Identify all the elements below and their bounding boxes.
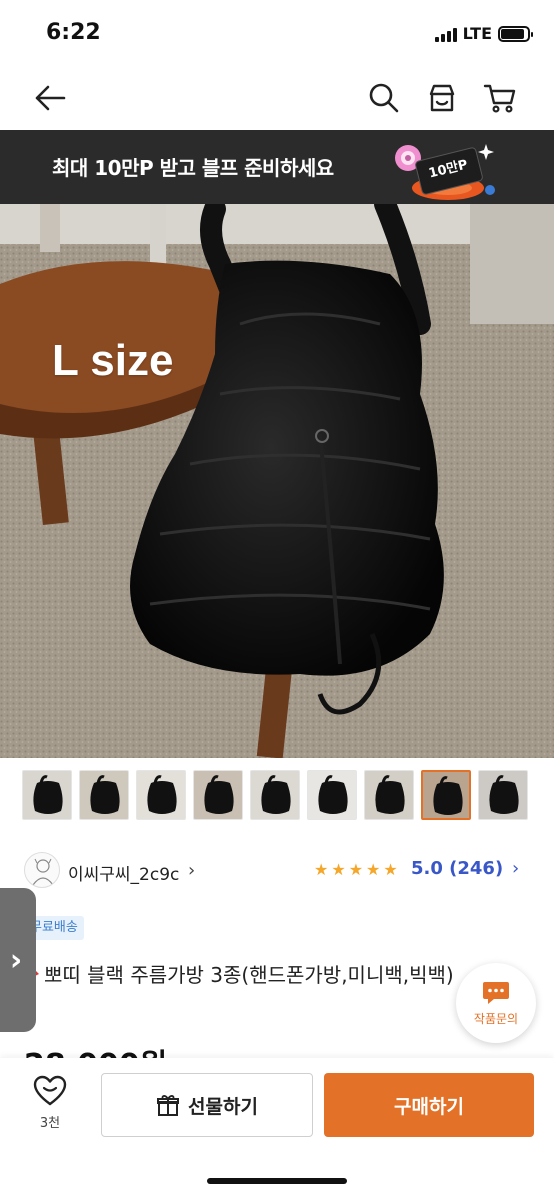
product-title: 뽀띠 블랙 주름가방 3종(핸드폰가방,미니백,빅백)	[24, 958, 494, 992]
thumbnail[interactable]	[136, 770, 186, 820]
star-icon: ★	[383, 860, 398, 879]
side-drawer-tab[interactable]: ›	[0, 888, 36, 1032]
rating-value[interactable]: 5.0 (246)	[411, 858, 503, 879]
thumbnail[interactable]	[250, 770, 300, 820]
seller-row[interactable]: 이씨구씨_2c9c › ★ ★ ★ ★ ★ 5.0 (246) ›	[0, 846, 554, 896]
seller-name[interactable]: 이씨구씨_2c9c	[68, 860, 179, 885]
signal-icon	[434, 26, 457, 42]
shop-icon[interactable]	[424, 80, 460, 116]
heart-icon	[33, 1075, 67, 1106]
star-icon: ★	[366, 860, 381, 879]
buy-button[interactable]: 구매하기	[324, 1073, 534, 1137]
thumbnail[interactable]	[364, 770, 414, 820]
product-title-text: 뽀띠 블랙 주름가방 3종(핸드폰가방,미니백,빅백)	[44, 963, 454, 987]
thumbnail[interactable]	[22, 770, 72, 820]
thumbnail[interactable]	[79, 770, 129, 820]
inquiry-label: 작품문의	[473, 1011, 519, 1026]
star-icon: ★	[314, 860, 329, 879]
buy-button-label: 구매하기	[394, 1095, 464, 1118]
size-label: L size	[52, 336, 174, 385]
battery-icon	[498, 25, 533, 42]
gift-button-label: 선물하기	[188, 1095, 258, 1118]
chevron-right-icon[interactable]: ›	[512, 858, 519, 879]
promo-text: 최대 10만P 받고 블프 준비하세요	[52, 156, 334, 180]
chevron-right-icon[interactable]: ›	[188, 860, 195, 881]
product-image[interactable]: L size	[0, 204, 554, 758]
avatar[interactable]	[24, 852, 60, 888]
rating-stars: ★ ★ ★ ★ ★	[314, 860, 398, 880]
bottom-action-bar: 3천 선물하기 구매하기	[0, 1058, 554, 1200]
search-icon[interactable]	[366, 80, 402, 116]
status-time: 6:22	[46, 20, 101, 45]
gift-icon	[157, 1095, 180, 1116]
cart-icon[interactable]	[482, 80, 518, 116]
thumbnail[interactable]	[193, 770, 243, 820]
status-bar: 6:22 LTE	[0, 0, 554, 68]
star-icon: ★	[331, 860, 346, 879]
thumbnail[interactable]	[307, 770, 357, 820]
thumbnail[interactable]	[421, 770, 471, 820]
thumbnail[interactable]	[478, 770, 528, 820]
network-label: LTE	[462, 24, 492, 43]
product-photo	[0, 204, 554, 758]
promo-banner[interactable]: 최대 10만P 받고 블프 준비하세요 10만P	[0, 130, 554, 204]
chat-bubble-icon	[483, 981, 509, 1004]
like-button[interactable]: 3천	[22, 1074, 78, 1142]
inquiry-button[interactable]: 작품문의	[456, 963, 536, 1043]
back-arrow-icon[interactable]	[32, 80, 68, 116]
gift-button[interactable]: 선물하기	[101, 1073, 313, 1137]
nav-bar	[0, 68, 554, 130]
star-icon: ★	[348, 860, 364, 879]
thumbnail-strip	[22, 770, 528, 820]
home-indicator	[207, 1178, 347, 1184]
like-count: 3천	[39, 1116, 61, 1131]
status-indicators: LTE	[434, 24, 533, 43]
battery-level	[501, 28, 525, 39]
chevron-right-icon: ›	[9, 942, 23, 978]
